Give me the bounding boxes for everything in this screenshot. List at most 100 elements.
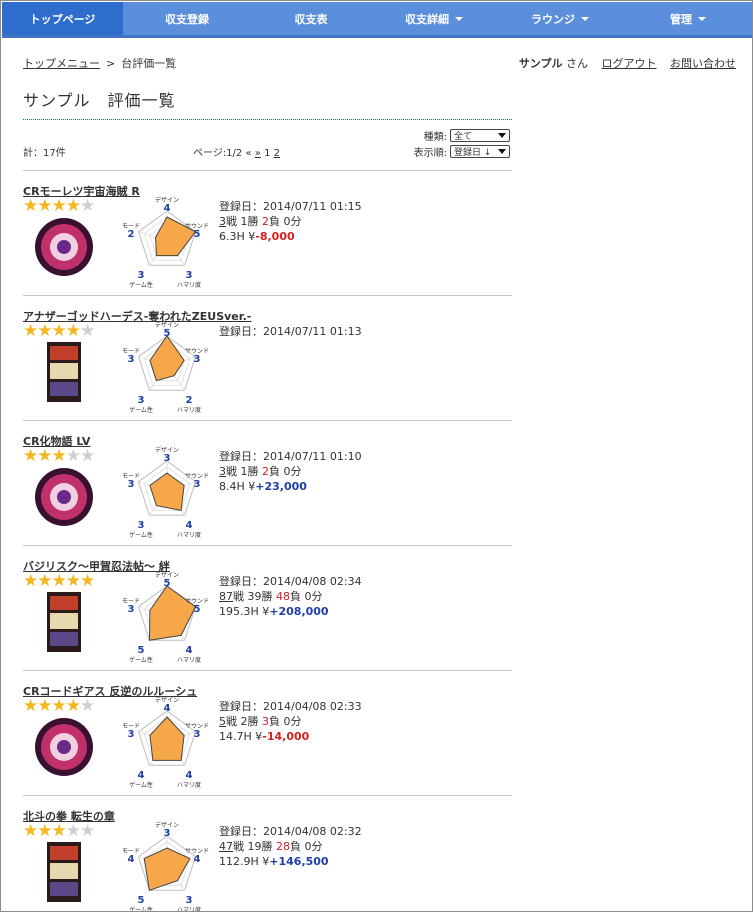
star-icon: ★: [65, 196, 81, 216]
radar-axis-label-game: ゲーム性: [129, 281, 153, 289]
registered-date: 登録日：2014/04/08 02:33: [219, 700, 362, 713]
play-summary: 8.4H ¥+23,000: [219, 479, 362, 494]
pager-page-2-link[interactable]: 2: [274, 148, 280, 159]
radar-score-mode: 3: [128, 604, 135, 615]
star-icon: ★: [80, 821, 95, 841]
star-icon: ★: [37, 446, 52, 466]
star-icon: ★: [80, 321, 95, 341]
rating-radar: デザイン 4 サウンド 5 ハマリ度 3 ゲーム性 3 モード 2: [111, 195, 223, 291]
star-rating: ★★★★★: [23, 571, 95, 591]
caret-down-icon: [581, 16, 589, 21]
slot-machine-image: [47, 842, 81, 902]
breadcrumb-home-link[interactable]: トップメニュー: [23, 57, 100, 70]
rating-radar: デザイン 5 サウンド 3 ハマリ度 2 ゲーム性 3 モード 3: [111, 320, 223, 416]
radar-axis-label-game: ゲーム性: [129, 781, 153, 789]
nav-top-page[interactable]: トップページ: [2, 2, 123, 35]
radar-score-sound: 5: [194, 229, 201, 240]
play-hours: 8.4H ¥: [219, 480, 256, 493]
rating-radar-chart: デザイン5サウンド5ハマリ度4ゲーム性5モード3: [122, 571, 209, 664]
radar-axis-label-hamari: ハマリ度: [177, 906, 201, 912]
radar-axis-label-hamari: ハマリ度: [177, 531, 201, 539]
star-icon: ★: [23, 696, 38, 716]
nav-label: 管理: [670, 12, 692, 26]
battle-count-link[interactable]: 3: [219, 465, 226, 478]
battle-count-link[interactable]: 5: [219, 715, 226, 728]
radar-axis-label-hamari: ハマリ度: [177, 781, 201, 789]
battle-losses: 48: [276, 590, 290, 603]
pager-page-current: 1: [264, 148, 271, 159]
star-icon: ★: [37, 571, 52, 591]
radar-axis-label-game: ゲーム性: [129, 531, 153, 539]
order-select[interactable]: 登録日 ↓: [450, 144, 510, 158]
battle-wins: 戦 1勝: [226, 215, 262, 228]
contact-link[interactable]: お問い合わせ: [670, 57, 736, 70]
machine-entry: バジリスク～甲賀忍法帖～ 絆 ★★★★★ デザイン 5 サウンド 5 ハマリ度 4 ゲーム性 5 モ…: [23, 546, 512, 671]
star-icon: ★: [65, 696, 81, 716]
star-icon: ★: [23, 196, 38, 216]
star-icon: ★: [51, 321, 67, 341]
star-icon: ★: [65, 321, 81, 341]
logout-link[interactable]: ログアウト: [602, 57, 657, 70]
type-select[interactable]: 全て: [450, 128, 510, 142]
radar-rating-area: [149, 472, 185, 511]
play-hours: 112.9H ¥: [219, 855, 270, 868]
star-icon: ★: [80, 446, 95, 466]
machine-thumbnail[interactable]: [33, 841, 95, 903]
play-hours: 6.3H ¥: [219, 230, 256, 243]
radar-score-game: 3: [138, 395, 145, 406]
play-summary: 6.3H ¥-8,000: [219, 229, 362, 244]
radar-axis-label-game: ゲーム性: [129, 656, 153, 664]
star-icon: ★: [80, 196, 95, 216]
radar-score-game: 4: [138, 770, 145, 781]
nav-label: トップページ: [29, 12, 96, 26]
nav-income-table[interactable]: 収支表: [251, 2, 371, 35]
star-icon: ★: [51, 571, 67, 591]
battle-count-link[interactable]: 87: [219, 590, 233, 603]
type-select-value: 全て: [454, 131, 473, 142]
star-icon: ★: [51, 821, 67, 841]
machine-thumbnail[interactable]: [33, 341, 95, 403]
machine-thumbnail[interactable]: [33, 466, 95, 528]
radar-score-hamari: 2: [186, 395, 193, 406]
order-select-value: 登録日 ↓: [454, 147, 492, 158]
star-icon: ★: [23, 321, 38, 341]
pager-next-link[interactable]: »: [255, 148, 261, 159]
machine-entry: CRコードギアス 反逆のルルーシュ ★★★★★ デザイン 4 サウンド 3 ハマリ度 4 ゲーム…: [23, 671, 512, 796]
battle-record: 87戦 39勝 48負 0分: [219, 589, 362, 604]
star-icon: ★: [23, 446, 38, 466]
battle-wins: 戦 39勝: [233, 590, 276, 603]
radar-rating-area: [143, 847, 191, 891]
battle-record: 3戦 1勝 2負 0分: [219, 464, 362, 479]
radar-score-hamari: 4: [186, 645, 193, 656]
nav-admin[interactable]: 管理: [623, 2, 752, 35]
radar-score-game: 5: [138, 895, 145, 906]
battle-loss-suffix: 負 0分: [290, 590, 323, 603]
machine-stats: 登録日：2014/07/11 01:15 3戦 1勝 2負 0分 6.3H ¥-8,…: [219, 199, 362, 244]
machine-thumbnail[interactable]: [33, 591, 95, 653]
pachinko-machine-image: [35, 468, 93, 526]
star-rating: ★★★★★: [23, 321, 95, 341]
caret-down-icon: [455, 16, 463, 21]
radar-score-sound: 3: [194, 479, 201, 490]
radar-score-sound: 3: [194, 354, 201, 365]
radar-score-mode: 3: [128, 729, 135, 740]
machine-thumbnail[interactable]: [33, 716, 95, 778]
chevron-down-icon: [498, 132, 506, 138]
star-rating: ★★★★★: [23, 196, 95, 216]
nav-label: 収支詳細: [405, 12, 449, 26]
nav-lounge[interactable]: ラウンジ: [497, 2, 623, 35]
radar-score-game: 5: [138, 645, 145, 656]
battle-record: 5戦 2勝 3負 0分: [219, 714, 362, 729]
battle-count-link[interactable]: 3: [219, 215, 226, 228]
nav-income-detail[interactable]: 収支詳細: [371, 2, 497, 35]
machine-entry: CR化物語 LV ★★★★★ デザイン 3 サウンド 3 ハマリ度 4 ゲーム性 3 モード 3 登録日…: [23, 421, 512, 546]
star-rating: ★★★★★: [23, 696, 95, 716]
rating-radar-chart: デザイン3サウンド4ハマリ度3ゲーム性5モード4: [122, 821, 209, 912]
radar-score-sound: 4: [194, 854, 201, 865]
chevron-down-icon: [498, 148, 506, 154]
machine-thumbnail[interactable]: [33, 216, 95, 278]
battle-count-link[interactable]: 47: [219, 840, 233, 853]
star-icon: ★: [37, 821, 52, 841]
nav-income-register[interactable]: 収支登録: [123, 2, 251, 35]
machine-entry: CRモーレツ宇宙海賊 R ★★★★★ デザイン 4 サウンド 5 ハマリ度 3 ゲーム性 3 モード…: [23, 171, 512, 296]
